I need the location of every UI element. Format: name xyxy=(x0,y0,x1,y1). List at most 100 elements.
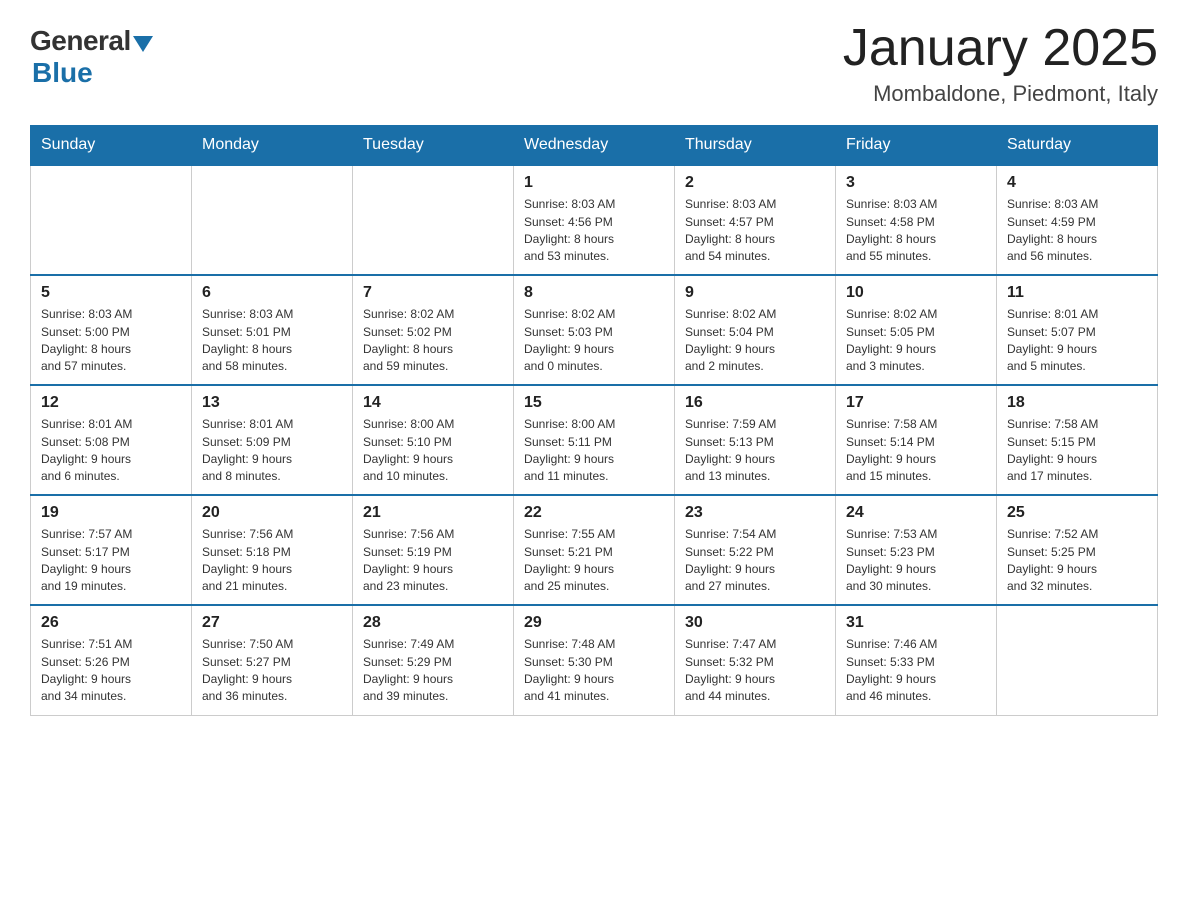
day-info: Sunrise: 8:03 AM Sunset: 5:00 PM Dayligh… xyxy=(41,306,181,376)
calendar-cell: 31Sunrise: 7:46 AM Sunset: 5:33 PM Dayli… xyxy=(836,605,997,715)
day-info: Sunrise: 8:02 AM Sunset: 5:05 PM Dayligh… xyxy=(846,306,986,376)
calendar-cell: 10Sunrise: 8:02 AM Sunset: 5:05 PM Dayli… xyxy=(836,275,997,385)
calendar-cell: 3 Sunrise: 8:03 AM Sunset: 4:58 PM Daylig… xyxy=(836,165,997,275)
day-number: 19 xyxy=(41,504,181,522)
logo-general-text: General xyxy=(30,25,131,57)
day-info: Sunrise: 8:01 AM Sunset: 5:07 PM Dayligh… xyxy=(1007,306,1147,376)
day-info: Sunrise: 7:54 AM Sunset: 5:22 PM Dayligh… xyxy=(685,526,825,596)
day-info: Sunrise: 7:59 AM Sunset: 5:13 PM Dayligh… xyxy=(685,416,825,486)
calendar-table: SundayMondayTuesdayWednesdayThursdayFrid… xyxy=(30,125,1158,716)
day-info: Sunrise: 7:47 AM Sunset: 5:32 PM Dayligh… xyxy=(685,636,825,706)
day-number: 22 xyxy=(524,504,664,522)
calendar-cell: 25 Sunrise: 7:52 AM Sunset: 5:25 PM Dayli… xyxy=(997,495,1158,605)
calendar-cell: 1Sunrise: 8:03 AM Sunset: 4:56 PM Daylig… xyxy=(514,165,675,275)
calendar-cell: 8 Sunrise: 8:02 AM Sunset: 5:03 PM Daylig… xyxy=(514,275,675,385)
day-info: Sunrise: 8:01 AM Sunset: 5:08 PM Dayligh… xyxy=(41,416,181,486)
calendar-cell: 20 Sunrise: 7:56 AM Sunset: 5:18 PM Dayli… xyxy=(192,495,353,605)
calendar-cell xyxy=(31,165,192,275)
day-number: 21 xyxy=(363,504,503,522)
calendar-cell: 27 Sunrise: 7:50 AM Sunset: 5:27 PM Dayli… xyxy=(192,605,353,715)
calendar-cell: 24 Sunrise: 7:53 AM Sunset: 5:23 PM Dayli… xyxy=(836,495,997,605)
day-number: 4 xyxy=(1007,174,1147,192)
day-info: Sunrise: 8:02 AM Sunset: 5:03 PM Dayligh… xyxy=(524,306,664,376)
calendar-cell: 19 Sunrise: 7:57 AM Sunset: 5:17 PM Dayli… xyxy=(31,495,192,605)
day-number: 15 xyxy=(524,394,664,412)
calendar-cell: 21 Sunrise: 7:56 AM Sunset: 5:19 PM Dayli… xyxy=(353,495,514,605)
week-row-4: 19 Sunrise: 7:57 AM Sunset: 5:17 PM Dayli… xyxy=(31,495,1158,605)
calendar-cell: 5 Sunrise: 8:03 AM Sunset: 5:00 PM Daylig… xyxy=(31,275,192,385)
day-info: Sunrise: 8:03 AM Sunset: 4:58 PM Dayligh… xyxy=(846,196,986,266)
day-number: 18 xyxy=(1007,394,1147,412)
day-number: 27 xyxy=(202,614,342,632)
day-number: 17 xyxy=(846,394,986,412)
calendar-cell: 26Sunrise: 7:51 AM Sunset: 5:26 PM Dayli… xyxy=(31,605,192,715)
day-info: Sunrise: 7:56 AM Sunset: 5:18 PM Dayligh… xyxy=(202,526,342,596)
week-row-3: 12Sunrise: 8:01 AM Sunset: 5:08 PM Dayli… xyxy=(31,385,1158,495)
calendar-cell xyxy=(192,165,353,275)
calendar-cell: 13Sunrise: 8:01 AM Sunset: 5:09 PM Dayli… xyxy=(192,385,353,495)
day-number: 25 xyxy=(1007,504,1147,522)
calendar-cell: 6 Sunrise: 8:03 AM Sunset: 5:01 PM Daylig… xyxy=(192,275,353,385)
day-info: Sunrise: 7:52 AM Sunset: 5:25 PM Dayligh… xyxy=(1007,526,1147,596)
day-info: Sunrise: 7:56 AM Sunset: 5:19 PM Dayligh… xyxy=(363,526,503,596)
calendar-cell xyxy=(353,165,514,275)
calendar-header-wednesday: Wednesday xyxy=(514,126,675,166)
day-number: 23 xyxy=(685,504,825,522)
day-number: 5 xyxy=(41,284,181,302)
calendar-header-friday: Friday xyxy=(836,126,997,166)
day-number: 1 xyxy=(524,174,664,192)
day-number: 24 xyxy=(846,504,986,522)
logo-blue-text: Blue xyxy=(32,57,93,89)
day-info: Sunrise: 7:48 AM Sunset: 5:30 PM Dayligh… xyxy=(524,636,664,706)
day-number: 8 xyxy=(524,284,664,302)
week-row-2: 5 Sunrise: 8:03 AM Sunset: 5:00 PM Daylig… xyxy=(31,275,1158,385)
day-number: 30 xyxy=(685,614,825,632)
day-number: 2 xyxy=(685,174,825,192)
calendar-cell: 11Sunrise: 8:01 AM Sunset: 5:07 PM Dayli… xyxy=(997,275,1158,385)
day-info: Sunrise: 7:50 AM Sunset: 5:27 PM Dayligh… xyxy=(202,636,342,706)
calendar-cell: 16Sunrise: 7:59 AM Sunset: 5:13 PM Dayli… xyxy=(675,385,836,495)
day-info: Sunrise: 8:00 AM Sunset: 5:10 PM Dayligh… xyxy=(363,416,503,486)
calendar-cell: 4 Sunrise: 8:03 AM Sunset: 4:59 PM Daylig… xyxy=(997,165,1158,275)
day-info: Sunrise: 8:02 AM Sunset: 5:02 PM Dayligh… xyxy=(363,306,503,376)
calendar-header-row: SundayMondayTuesdayWednesdayThursdayFrid… xyxy=(31,126,1158,166)
calendar-cell xyxy=(997,605,1158,715)
month-title: January 2025 xyxy=(843,20,1158,77)
day-info: Sunrise: 8:00 AM Sunset: 5:11 PM Dayligh… xyxy=(524,416,664,486)
week-row-5: 26Sunrise: 7:51 AM Sunset: 5:26 PM Dayli… xyxy=(31,605,1158,715)
day-info: Sunrise: 7:57 AM Sunset: 5:17 PM Dayligh… xyxy=(41,526,181,596)
calendar-header-sunday: Sunday xyxy=(31,126,192,166)
day-info: Sunrise: 7:55 AM Sunset: 5:21 PM Dayligh… xyxy=(524,526,664,596)
day-info: Sunrise: 8:03 AM Sunset: 5:01 PM Dayligh… xyxy=(202,306,342,376)
day-number: 6 xyxy=(202,284,342,302)
day-info: Sunrise: 8:03 AM Sunset: 4:59 PM Dayligh… xyxy=(1007,196,1147,266)
logo: General Blue xyxy=(30,20,153,89)
calendar-header-saturday: Saturday xyxy=(997,126,1158,166)
day-number: 3 xyxy=(846,174,986,192)
day-number: 26 xyxy=(41,614,181,632)
day-number: 13 xyxy=(202,394,342,412)
title-section: January 2025 Mombaldone, Piedmont, Italy xyxy=(843,20,1158,107)
logo-arrow-icon xyxy=(133,36,153,52)
calendar-cell: 23 Sunrise: 7:54 AM Sunset: 5:22 PM Dayli… xyxy=(675,495,836,605)
day-number: 7 xyxy=(363,284,503,302)
location-text: Mombaldone, Piedmont, Italy xyxy=(843,81,1158,107)
page-header: General Blue January 2025 Mombaldone, Pi… xyxy=(30,20,1158,107)
day-number: 14 xyxy=(363,394,503,412)
calendar-cell: 17 Sunrise: 7:58 AM Sunset: 5:14 PM Dayli… xyxy=(836,385,997,495)
calendar-cell: 9Sunrise: 8:02 AM Sunset: 5:04 PM Daylig… xyxy=(675,275,836,385)
week-row-1: 1Sunrise: 8:03 AM Sunset: 4:56 PM Daylig… xyxy=(31,165,1158,275)
calendar-cell: 14 Sunrise: 8:00 AM Sunset: 5:10 PM Dayli… xyxy=(353,385,514,495)
calendar-cell: 15 Sunrise: 8:00 AM Sunset: 5:11 PM Dayli… xyxy=(514,385,675,495)
calendar-cell: 7 Sunrise: 8:02 AM Sunset: 5:02 PM Daylig… xyxy=(353,275,514,385)
day-info: Sunrise: 7:58 AM Sunset: 5:14 PM Dayligh… xyxy=(846,416,986,486)
calendar-cell: 18Sunrise: 7:58 AM Sunset: 5:15 PM Dayli… xyxy=(997,385,1158,495)
day-info: Sunrise: 7:49 AM Sunset: 5:29 PM Dayligh… xyxy=(363,636,503,706)
day-info: Sunrise: 8:03 AM Sunset: 4:57 PM Dayligh… xyxy=(685,196,825,266)
calendar-cell: 2 Sunrise: 8:03 AM Sunset: 4:57 PM Daylig… xyxy=(675,165,836,275)
day-number: 20 xyxy=(202,504,342,522)
day-info: Sunrise: 7:46 AM Sunset: 5:33 PM Dayligh… xyxy=(846,636,986,706)
calendar-cell: 30 Sunrise: 7:47 AM Sunset: 5:32 PM Dayli… xyxy=(675,605,836,715)
day-info: Sunrise: 8:02 AM Sunset: 5:04 PM Dayligh… xyxy=(685,306,825,376)
day-info: Sunrise: 7:53 AM Sunset: 5:23 PM Dayligh… xyxy=(846,526,986,596)
